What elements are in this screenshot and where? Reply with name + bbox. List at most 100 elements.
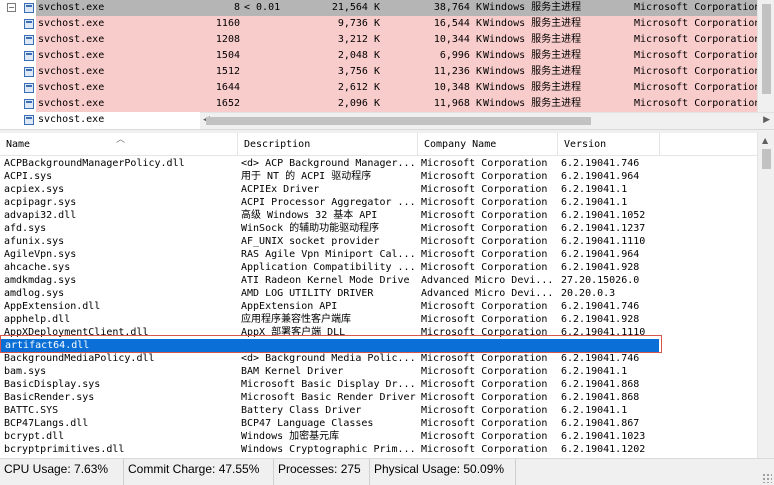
process-row[interactable]: svchost.exe 1644 2,612 K 10,348 K Windows 服务… [0,80,761,96]
dll-description: <d> Background Media Polic... [241,353,416,364]
dll-company: Microsoft Corporation [421,249,548,260]
dll-name: advapi32.dll [4,210,77,221]
process-company: Microsoft Corporation [634,82,761,93]
process-row[interactable]: − svchost.exe 8 < 0.01 21,564 K 38,764 K Windo… [0,0,760,16]
dll-name: BasicRender.sys [4,392,95,403]
dll-row[interactable]: afd.sys WinSock 的辅助功能驱动程序 Microsoft Corpor… [0,222,757,235]
dll-row[interactable]: acpipagr.sys ACPI Processor Aggregator ..… [0,196,757,209]
dll-row[interactable]: BackgroundMediaPolicy.dll <d> Background … [0,352,757,365]
dll-row[interactable]: BCP47Langs.dll BCP47 Language Classes Micr… [0,417,757,430]
dll-description: ACPIEx Driver [241,184,320,195]
dll-name: bcrypt.dll [4,431,65,442]
dll-row[interactable]: advapi32.dll 高级 Windows 32 基本 API Microsof… [0,209,757,222]
column-header-name[interactable]: Name [0,133,238,156]
process-private-bytes: 3,212 K [337,34,380,45]
dll-version: 6.2.19041.928 [561,314,640,325]
dll-version: 6.2.19041.868 [561,392,640,403]
dll-row[interactable]: afunix.sys AF_UNIX socket provider Microso… [0,235,757,248]
dll-row[interactable]: apphelp.dll 应用程序兼容性客户端库 Microsoft Corporat… [0,313,757,326]
dll-company: Microsoft Corporation [421,418,548,429]
dll-description: BAM Kernel Driver [241,366,344,377]
dll-company: Microsoft Corporation [421,431,548,442]
process-row[interactable]: svchost.exe 1504 2,048 K 6,996 K Windows 服务主… [0,48,760,64]
dll-company: Microsoft Corporation [421,444,548,455]
dll-name: afd.sys [4,223,47,234]
dll-list[interactable]: ︿ Name Description Company Name Version … [0,133,774,458]
dll-row[interactable]: amdkmdag.sys ATI Radeon Kernel Mode Drive… [0,274,757,287]
dll-row[interactable]: bcryptprimitives.dll Windows Cryptographi… [0,443,757,456]
tree-gutter [0,96,36,112]
column-header-version[interactable]: Version [558,133,660,156]
process-company: Microsoft Corporation [634,18,761,29]
dll-description: <d> ACP Background Manager... [241,158,416,169]
dll-name: amdkmdag.sys [4,275,77,286]
process-pid: 1208 [215,34,240,45]
dll-version: 6.2.19041.1 [561,366,628,377]
dll-row[interactable]: ahcache.sys Application Compatibility ...… [0,261,757,274]
status-bar: CPU Usage: 7.63% Commit Charge: 47.55% P… [0,458,774,485]
process-window-icon [24,19,34,29]
dll-name: apphelp.dll [4,314,71,325]
process-working-set: 11,236 K [433,66,482,77]
dll-company: Microsoft Corporation [421,301,548,312]
dll-name: acpipagr.sys [4,197,77,208]
highlight-annotation-box [0,335,662,353]
status-physical-usage: Physical Usage: 50.09% [370,459,516,485]
process-company: Microsoft Corporation [634,66,761,77]
dll-row[interactable]: bam.sys BAM Kernel Driver Microsoft Corpor… [0,365,757,378]
process-company: Microsoft Corporation [634,34,761,45]
process-private-bytes: 9,736 K [337,18,380,29]
resize-grip-icon[interactable] [762,473,772,483]
process-name: svchost.exe [38,2,105,13]
process-row[interactable]: svchost.exe 1160 9,736 K 16,544 K Windows 服务… [0,16,761,32]
dll-version: 6.2.19041.1237 [561,223,646,234]
scroll-up-arrow-icon[interactable]: ▲ [762,136,768,145]
process-description: Windows 服务主进程 [483,34,582,45]
dll-row[interactable]: BasicDisplay.sys Microsoft Basic Display … [0,378,757,391]
dll-row[interactable]: bcrypt.dll Windows 加密基元库 Microsoft Corpora… [0,430,757,443]
process-working-set: 38,764 K [433,2,482,13]
dll-row[interactable]: BasicRender.sys Microsoft Basic Render Dr… [0,391,757,404]
dll-description: AF_UNIX socket provider [241,236,380,247]
tree-gutter: − [0,0,36,16]
dll-version: 6.2.19041.746 [561,158,640,169]
dll-version: 6.2.19041.964 [561,171,640,182]
scrollbar-thumb[interactable] [206,117,591,125]
tree-gutter [0,16,36,32]
dll-row[interactable]: amdlog.sys AMD LOG UTILITY DRIVER Advanced… [0,287,757,300]
process-window-icon [24,83,34,93]
tree-gutter [0,112,36,128]
scrollbar-thumb[interactable] [762,4,771,94]
dll-name: AppExtension.dll [4,301,101,312]
dll-row[interactable]: ACPBackgroundManagerPolicy.dll <d> ACP Ba… [0,157,757,170]
dll-row[interactable]: acpiex.sys ACPIEx Driver Microsoft Corpora… [0,183,757,196]
process-window-icon [24,35,34,45]
process-row[interactable]: svchost.exe 1512 3,756 K 11,236 K Windows 服务… [0,64,761,80]
column-header-company[interactable]: Company Name [418,133,558,156]
process-row[interactable]: svchost.exe 1208 3,212 K 10,344 K Windows 服务… [0,32,761,48]
process-list-horizontal-scrollbar[interactable]: ◀ ▶ [200,112,774,129]
process-description: Windows 服务主进程 [483,50,582,61]
column-header-description[interactable]: Description [238,133,418,156]
dll-row[interactable]: AgileVpn.sys RAS Agile Vpn Miniport Cal..… [0,248,757,261]
dll-row[interactable]: AppExtension.dll AppExtension API Microsof… [0,300,757,313]
scroll-right-arrow-icon[interactable]: ▶ [763,115,770,125]
dll-row[interactable]: BATTC.SYS Battery Class Driver Microsoft C… [0,404,757,417]
dll-list-vertical-scrollbar[interactable]: ▲ [757,133,774,458]
collapse-icon[interactable]: − [7,3,16,12]
process-window-icon [24,51,34,61]
dll-version: 6.2.19041.746 [561,353,640,364]
status-cpu-usage: CPU Usage: 7.63% [0,459,124,485]
dll-row[interactable]: ACPI.sys 用于 NT 的 ACPI 驱动程序 Microsoft Corpo… [0,170,757,183]
dll-list-header: ︿ Name Description Company Name Version [0,133,774,156]
dll-description: WinSock 的辅助功能驱动程序 [241,223,380,234]
dll-name: BackgroundMediaPolicy.dll [4,353,155,364]
process-list-vertical-scrollbar[interactable] [757,0,774,112]
scrollbar-thumb[interactable] [762,149,771,169]
process-cpu: < 0.01 [244,2,281,13]
process-row[interactable]: svchost.exe 1652 2,096 K 11,968 K Windows 服务… [0,96,760,112]
process-list[interactable]: − svchost.exe 8 < 0.01 21,564 K 38,764 K Windo… [0,0,774,129]
process-window-icon [24,67,34,77]
dll-rows: ACPBackgroundManagerPolicy.dll <d> ACP Ba… [0,157,757,458]
dll-version: 6.2.19041.1 [561,405,628,416]
